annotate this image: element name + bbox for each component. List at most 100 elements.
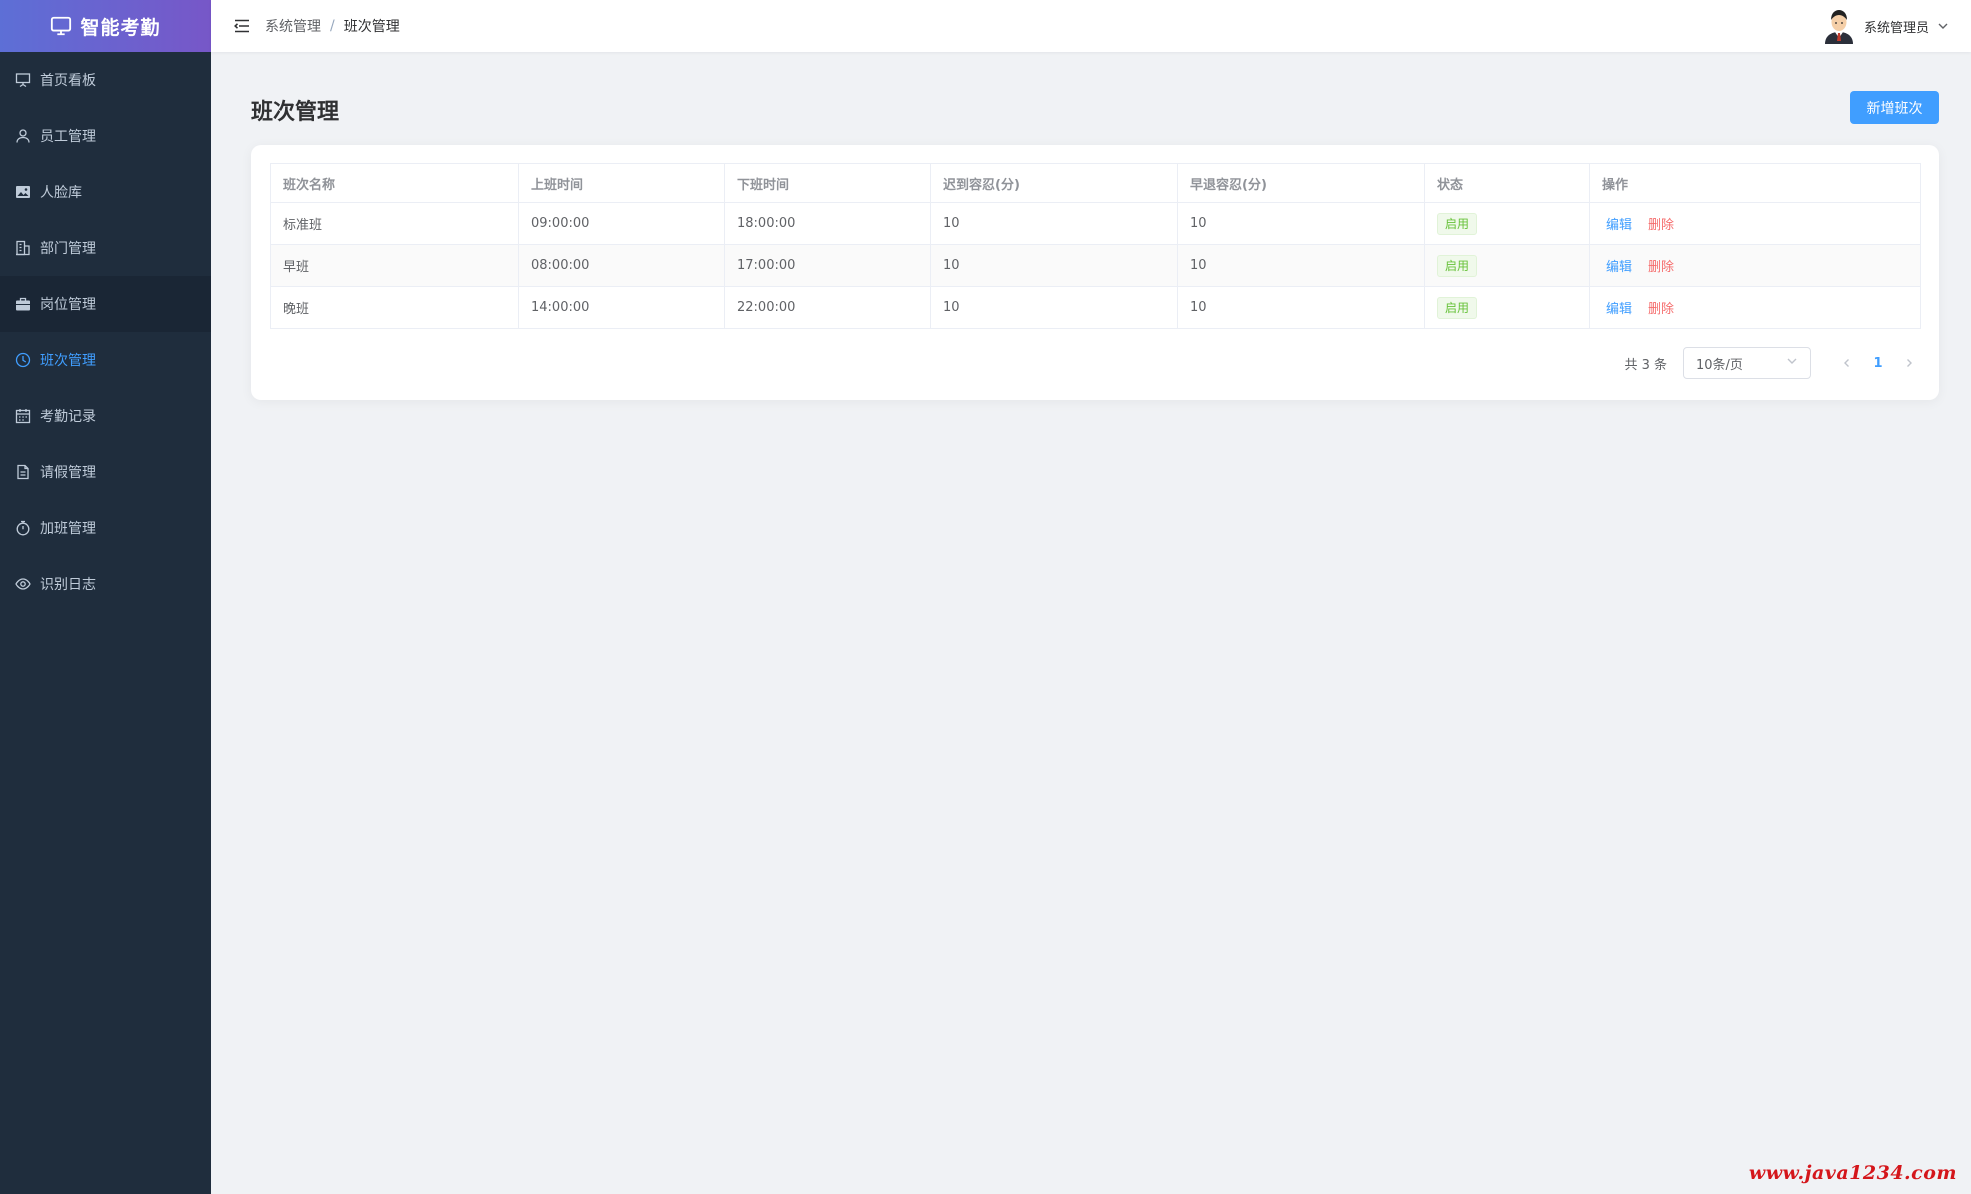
- status-badge: 启用: [1437, 254, 1478, 277]
- table-body: 标准班 09:00:00 18:00:00 10 10 启用 编辑 删除 早班 08:00:00 1…: [270, 202, 1921, 329]
- shift-table-card: 班次名称 上班时间 下班时间 迟到容忍(分) 早退容忍(分) 状态 操作 标准班 09:00:…: [251, 145, 1939, 400]
- table-header-row: 班次名称 上班时间 下班时间 迟到容忍(分) 早退容忍(分) 状态 操作: [270, 163, 1921, 203]
- delete-button[interactable]: 删除: [1648, 302, 1674, 317]
- sidebar-item-label: 识别日志: [40, 577, 96, 593]
- cell-name: 早班: [270, 244, 519, 287]
- column-header: 下班时间: [724, 163, 931, 203]
- breadcrumb: 系统管理 / 班次管理: [265, 16, 400, 36]
- chevron-right-icon: [1907, 359, 1912, 367]
- watermark: www.java1234.com: [1748, 1162, 1957, 1184]
- sidebar-item-label: 考勤记录: [40, 409, 96, 425]
- status-badge: 启用: [1437, 296, 1478, 319]
- sidebar-item-8[interactable]: 加班管理: [0, 500, 211, 556]
- sidebar-item-2[interactable]: 人脸库: [0, 164, 211, 220]
- cell-late: 10: [930, 244, 1178, 287]
- monitor-icon: [50, 15, 72, 37]
- sidebar-item-label: 加班管理: [40, 521, 96, 537]
- cell-late: 10: [930, 202, 1178, 245]
- sidebar: 智能考勤 首页看板员工管理人脸库部门管理岗位管理班次管理考勤记录请假管理加班管理…: [0, 0, 211, 1194]
- sidebar-item-label: 岗位管理: [40, 297, 96, 313]
- sidebar-item-4[interactable]: 岗位管理: [0, 276, 211, 332]
- sidebar-item-1[interactable]: 员工管理: [0, 108, 211, 164]
- office-building-icon: [14, 239, 32, 257]
- prev-page-button[interactable]: [1835, 349, 1859, 377]
- chevron-down-icon: [1937, 20, 1949, 32]
- sidebar-item-7[interactable]: 请假管理: [0, 444, 211, 500]
- user-dropdown[interactable]: 系统管理员: [1822, 0, 1949, 52]
- user-icon: [14, 127, 32, 145]
- delete-button[interactable]: 删除: [1648, 218, 1674, 233]
- page-number-current[interactable]: 1: [1863, 349, 1893, 377]
- cell-end: 18:00:00: [724, 202, 931, 245]
- edit-button[interactable]: 编辑: [1606, 218, 1632, 233]
- cell-start: 09:00:00: [518, 202, 725, 245]
- column-header: 迟到容忍(分): [930, 163, 1178, 203]
- sidebar-item-3[interactable]: 部门管理: [0, 220, 211, 276]
- briefcase-icon: [14, 295, 32, 313]
- presentation-board-icon: [14, 71, 32, 89]
- cell-late: 10: [930, 286, 1178, 329]
- cell-end: 22:00:00: [724, 286, 931, 329]
- calendar-icon: [14, 407, 32, 425]
- picture-icon: [14, 183, 32, 201]
- top-header: 系统管理 / 班次管理 系统管理员: [211, 0, 1971, 52]
- app-title: 智能考勤: [80, 16, 161, 39]
- cell-end: 17:00:00: [724, 244, 931, 287]
- delete-button[interactable]: 删除: [1648, 260, 1674, 275]
- chevron-down-icon: [1786, 355, 1798, 371]
- sidebar-item-label: 人脸库: [40, 185, 82, 201]
- table-row: 晚班 14:00:00 22:00:00 10 10 启用 编辑 删除: [270, 286, 1921, 329]
- page-size-value: 10条/页: [1696, 357, 1743, 373]
- page-size-select[interactable]: 10条/页: [1683, 347, 1811, 379]
- cell-early: 10: [1177, 244, 1425, 287]
- table-row: 标准班 09:00:00 18:00:00 10 10 启用 编辑 删除: [270, 202, 1921, 245]
- hamburger-menu-icon[interactable]: [233, 17, 251, 35]
- table-row: 早班 08:00:00 17:00:00 10 10 启用 编辑 删除: [270, 244, 1921, 287]
- sidebar-item-6[interactable]: 考勤记录: [0, 388, 211, 444]
- cell-status: 启用: [1424, 202, 1590, 245]
- cell-actions: 编辑 删除: [1589, 286, 1921, 329]
- column-header: 操作: [1589, 163, 1921, 203]
- status-badge: 启用: [1437, 212, 1478, 235]
- add-shift-button[interactable]: 新增班次: [1850, 91, 1939, 124]
- pagination-total: 共 3 条: [1624, 357, 1667, 373]
- cell-status: 启用: [1424, 286, 1590, 329]
- cell-name: 晚班: [270, 286, 519, 329]
- sidebar-item-5[interactable]: 班次管理: [0, 332, 211, 388]
- clock-icon: [14, 351, 32, 369]
- column-header: 班次名称: [270, 163, 519, 203]
- next-page-button[interactable]: [1897, 349, 1921, 377]
- cell-start: 14:00:00: [518, 286, 725, 329]
- cell-early: 10: [1177, 202, 1425, 245]
- pagination: 共 3 条 10条/页 1: [1624, 347, 1921, 379]
- sidebar-item-label: 请假管理: [40, 465, 96, 481]
- user-name: 系统管理员: [1863, 20, 1929, 36]
- cell-status: 启用: [1424, 244, 1590, 287]
- cell-name: 标准班: [270, 202, 519, 245]
- breadcrumb-item-system[interactable]: 系统管理: [265, 16, 321, 36]
- cell-actions: 编辑 删除: [1589, 202, 1921, 245]
- edit-button[interactable]: 编辑: [1606, 302, 1632, 317]
- sidebar-item-0[interactable]: 首页看板: [0, 52, 211, 108]
- shift-table: 班次名称 上班时间 下班时间 迟到容忍(分) 早退容忍(分) 状态 操作 标准班 09:00:…: [270, 163, 1921, 329]
- column-header: 上班时间: [518, 163, 725, 203]
- cell-actions: 编辑 删除: [1589, 244, 1921, 287]
- column-header: 早退容忍(分): [1177, 163, 1425, 203]
- sidebar-item-label: 首页看板: [40, 73, 96, 89]
- table-wrapper: 班次名称 上班时间 下班时间 迟到容忍(分) 早退容忍(分) 状态 操作 标准班 09:00:…: [270, 163, 1921, 329]
- sidebar-item-label: 部门管理: [40, 241, 96, 257]
- sidebar-item-label: 员工管理: [40, 129, 96, 145]
- sidebar-item-9[interactable]: 识别日志: [0, 556, 211, 612]
- stopwatch-icon: [14, 519, 32, 537]
- eye-icon: [14, 575, 32, 593]
- sidebar-item-label: 班次管理: [40, 353, 96, 369]
- avatar: [1822, 8, 1856, 44]
- cell-start: 08:00:00: [518, 244, 725, 287]
- breadcrumb-separator: /: [330, 18, 335, 34]
- breadcrumb-item-current: 班次管理: [343, 19, 400, 35]
- column-header: 状态: [1424, 163, 1590, 203]
- document-icon: [14, 463, 32, 481]
- app-logo[interactable]: 智能考勤: [0, 0, 211, 52]
- edit-button[interactable]: 编辑: [1606, 260, 1632, 275]
- page-title: 班次管理: [251, 100, 340, 125]
